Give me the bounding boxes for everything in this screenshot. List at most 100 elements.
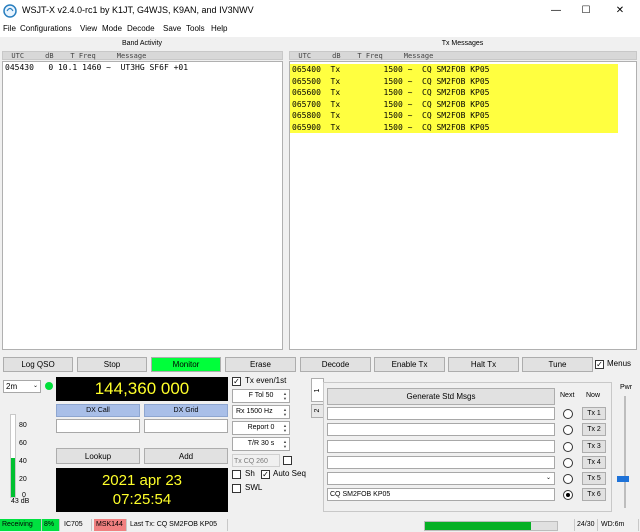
tx-progress-fill bbox=[425, 522, 531, 530]
tx-message-row[interactable]: 065800 Tx 1500 ~ CQ SM2FOB KP05 bbox=[290, 110, 618, 122]
menu-bar: File Configurations View Mode Decode Sav… bbox=[0, 22, 640, 37]
tx-message-row[interactable]: 065700 Tx 1500 ~ CQ SM2FOB KP05 bbox=[290, 98, 618, 110]
tx5-button[interactable]: Tx 5 bbox=[582, 472, 606, 485]
menu-save[interactable]: Save bbox=[163, 24, 181, 33]
log-qso-button[interactable]: Log QSO bbox=[3, 357, 73, 372]
rx-freq-spinbox[interactable]: Rx 1500 Hz ▲ ▼ bbox=[232, 405, 290, 419]
spin-arrows-icon: ▲ ▼ bbox=[283, 391, 287, 401]
tx-message-row[interactable]: 065600 Tx 1500 ~ CQ SM2FOB KP05 bbox=[290, 87, 618, 99]
menus-checkbox[interactable]: ✓ bbox=[595, 360, 604, 369]
level-tick: 60 bbox=[19, 440, 27, 447]
close-icon[interactable]: ✕ bbox=[612, 3, 628, 18]
tab-1-label: 1 bbox=[314, 388, 321, 393]
tr-period-spinbox[interactable]: T/R 30 s ▲ ▼ bbox=[232, 437, 290, 451]
tx-message-row[interactable]: 065900 Tx 1500 ~ CQ SM2FOB KP05 bbox=[290, 121, 618, 133]
tx1-button[interactable]: Tx 1 bbox=[582, 407, 606, 420]
tx4-next-radio[interactable] bbox=[563, 458, 573, 468]
rx-freq-value: Rx 1500 Hz bbox=[236, 408, 273, 415]
auto-seq-checkbox[interactable]: ✓ bbox=[261, 470, 270, 479]
maximize-icon[interactable]: ☐ bbox=[578, 3, 594, 18]
rig-name: IC705 bbox=[62, 519, 92, 531]
clock-display: 2021 apr 23 07:25:54 bbox=[56, 468, 228, 512]
spin-arrows-icon: ▲ ▼ bbox=[283, 407, 287, 417]
sh-label: Sh bbox=[245, 469, 255, 478]
pwr-slider-handle[interactable] bbox=[617, 476, 629, 482]
tx-cq-checkbox[interactable] bbox=[283, 456, 292, 465]
menu-decode[interactable]: Decode bbox=[127, 24, 155, 33]
level-bar-track bbox=[10, 414, 16, 498]
menus-label: Menus bbox=[607, 359, 632, 368]
time-readout: 07:25:54 bbox=[112, 491, 172, 508]
tx6-message-field[interactable]: CQ SM2FOB KP05 bbox=[327, 488, 555, 501]
status-led-icon bbox=[45, 382, 53, 390]
spin-arrows-icon: ▲ ▼ bbox=[283, 439, 287, 449]
generate-std-msgs-button[interactable]: Generate Std Msgs bbox=[327, 388, 555, 405]
tx-cq-spinbox[interactable]: Tx CQ 260 bbox=[232, 454, 280, 467]
menu-view[interactable]: View bbox=[80, 24, 97, 33]
tune-button[interactable]: Tune bbox=[522, 357, 593, 372]
erase-button[interactable]: Erase bbox=[225, 357, 296, 372]
menu-configurations[interactable]: Configurations bbox=[20, 24, 72, 33]
lookup-button[interactable]: Lookup bbox=[56, 448, 140, 464]
band-activity-header: UTC dB T Freq Message bbox=[2, 51, 283, 60]
report-value: Report 0 bbox=[247, 424, 275, 431]
tx3-next-radio[interactable] bbox=[563, 442, 573, 452]
stop-button[interactable]: Stop bbox=[77, 357, 147, 372]
wsjtx-logo-icon bbox=[3, 4, 17, 18]
auto-seq-label: Auto Seq bbox=[273, 469, 306, 478]
window-title: WSJT-X v2.4.0-rc1 by K1JT, G4WJS, K9AN, … bbox=[22, 5, 254, 15]
menu-tools[interactable]: Tools bbox=[186, 24, 205, 33]
sh-checkbox[interactable] bbox=[232, 470, 241, 479]
tx3-button[interactable]: Tx 3 bbox=[582, 440, 606, 453]
monitor-button[interactable]: Monitor bbox=[151, 357, 221, 372]
tx-messages-title: Tx Messages bbox=[441, 40, 484, 47]
menu-mode[interactable]: Mode bbox=[102, 24, 122, 33]
tx1-message-field[interactable] bbox=[327, 407, 555, 420]
swl-label: SWL bbox=[245, 483, 263, 492]
halt-tx-button[interactable]: Halt Tx bbox=[448, 357, 519, 372]
tx6-next-radio[interactable] bbox=[563, 490, 573, 500]
decode-button[interactable]: Decode bbox=[300, 357, 371, 372]
tx3-message-field[interactable] bbox=[327, 440, 555, 453]
status-bar: Receiving 8% IC705 MSK144 Last Tx: CQ SM… bbox=[0, 518, 640, 532]
tx5-message-select[interactable]: ⌄ bbox=[327, 472, 555, 485]
add-button[interactable]: Add bbox=[144, 448, 228, 464]
level-tick: 80 bbox=[19, 422, 27, 429]
dx-call-input[interactable] bbox=[56, 419, 140, 433]
tx-even-label: Tx even/1st bbox=[245, 376, 287, 385]
level-bar-fill bbox=[11, 458, 15, 497]
tx2-message-field[interactable] bbox=[327, 423, 555, 436]
menu-file[interactable]: File bbox=[3, 24, 16, 33]
last-tx-status: Last Tx: CQ SM2FOB KP05 bbox=[128, 519, 228, 531]
dx-grid-input[interactable] bbox=[144, 419, 228, 433]
swl-checkbox[interactable] bbox=[232, 484, 241, 493]
tx4-button[interactable]: Tx 4 bbox=[582, 456, 606, 469]
enable-tx-button[interactable]: Enable Tx bbox=[374, 357, 445, 372]
tx5-next-radio[interactable] bbox=[563, 474, 573, 484]
tx2-next-radio[interactable] bbox=[563, 425, 573, 435]
watchdog-status: WD:6m bbox=[599, 519, 639, 531]
tx4-message-field[interactable] bbox=[327, 456, 555, 469]
report-spinbox[interactable]: Report 0 ▲ ▼ bbox=[232, 421, 290, 435]
tx2-button[interactable]: Tx 2 bbox=[582, 423, 606, 436]
tab-2-label: 2 bbox=[314, 408, 321, 413]
spin-arrows-icon: ▲ ▼ bbox=[283, 423, 287, 433]
pwr-slider-track[interactable] bbox=[624, 396, 626, 508]
receive-percent: 8% bbox=[42, 519, 60, 531]
level-db-readout: 43 dB bbox=[11, 498, 30, 505]
f-tol-spinbox[interactable]: F Tol 50 ▲ ▼ bbox=[232, 389, 290, 403]
tx6-button[interactable]: Tx 6 bbox=[582, 488, 606, 501]
band-activity-pane[interactable]: 045430 0 10.1 1460 ~ UT3HG SF6F +01 bbox=[2, 61, 283, 350]
chevron-down-icon: ⌄ bbox=[545, 475, 551, 481]
tx-even-checkbox[interactable]: ✓ bbox=[232, 377, 241, 386]
tx-message-row[interactable]: 065400 Tx 1500 ~ CQ SM2FOB KP05 bbox=[290, 64, 618, 76]
tx-messages-pane[interactable]: 065400 Tx 1500 ~ CQ SM2FOB KP05 065500 T… bbox=[289, 61, 637, 350]
band-activity-row[interactable]: 045430 0 10.1 1460 ~ UT3HG SF6F +01 bbox=[3, 62, 282, 74]
tx-message-row[interactable]: 065500 Tx 1500 ~ CQ SM2FOB KP05 bbox=[290, 75, 618, 87]
tx-progress-bar bbox=[424, 521, 558, 531]
tx1-next-radio[interactable] bbox=[563, 409, 573, 419]
band-select[interactable]: 2m ⌄ bbox=[3, 380, 41, 393]
minimize-icon[interactable]: — bbox=[548, 3, 564, 18]
menu-help[interactable]: Help bbox=[211, 24, 227, 33]
tr-period-value: T/R 30 s bbox=[247, 440, 275, 447]
